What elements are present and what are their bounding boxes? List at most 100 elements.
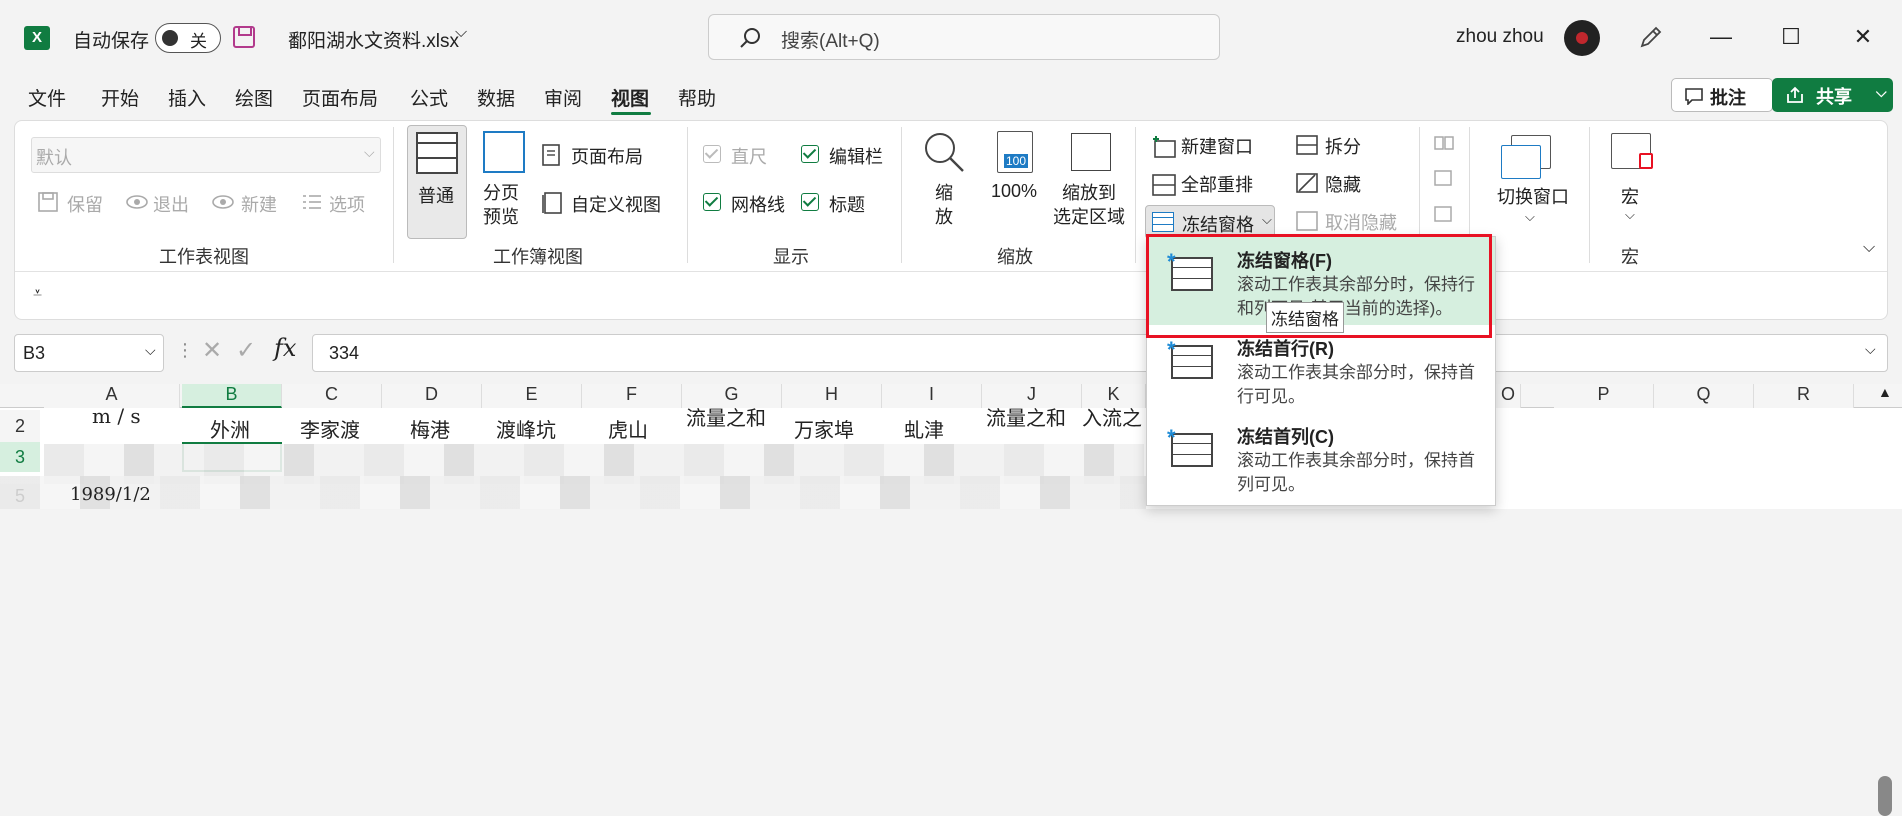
- keep-icon: [38, 192, 58, 212]
- share-button[interactable]: 共享 ⌵: [1772, 78, 1893, 112]
- unhide-button[interactable]: 取消隐藏: [1325, 209, 1397, 235]
- cell-i2[interactable]: 虬津: [904, 414, 944, 443]
- split-button[interactable]: 拆分: [1325, 133, 1361, 159]
- comment-button[interactable]: 批注: [1671, 78, 1773, 112]
- exit-button[interactable]: 退出: [153, 191, 189, 217]
- column-header-r[interactable]: R: [1754, 384, 1854, 408]
- tab-review[interactable]: 审阅: [544, 84, 582, 111]
- menu-item-freeze-top-row[interactable]: * 冻结首行(R) 滚动工作表其余部分时，保持首行可见。: [1147, 325, 1495, 413]
- expand-formula-chevron-icon[interactable]: ⌵: [1865, 341, 1876, 358]
- blurred-cells-2: [0, 476, 1146, 509]
- column-header-i[interactable]: I: [882, 384, 982, 408]
- column-header-h[interactable]: H: [782, 384, 882, 408]
- title-chevron-down-icon[interactable]: ⌵: [455, 24, 467, 42]
- zoom-selection-button[interactable]: 缩放到 选定区域: [1049, 125, 1135, 239]
- save-icon[interactable]: [233, 26, 255, 48]
- page-layout-button[interactable]: 页面布局: [571, 143, 643, 169]
- column-header-q[interactable]: Q: [1654, 384, 1754, 408]
- formula-bar-checkbox[interactable]: [801, 145, 819, 163]
- new-window-button[interactable]: 新建窗口: [1181, 133, 1253, 159]
- side-by-side-icons[interactable]: [1433, 135, 1455, 235]
- formula-bar: B3 ⌵ ⋮ ✕ ✓ fx 334 ⌵: [0, 328, 1902, 378]
- cell-g2[interactable]: 流量之和: [686, 402, 766, 431]
- toggle-knob: [162, 30, 178, 46]
- cell-e2[interactable]: 渡峰坑: [496, 414, 556, 443]
- collapse-ribbon-icon[interactable]: ⌵: [1863, 239, 1875, 257]
- headings-checkbox[interactable]: [801, 193, 819, 211]
- document-title[interactable]: 鄱阳湖水文资料.xlsx: [288, 26, 459, 53]
- tab-data[interactable]: 数据: [477, 84, 515, 111]
- column-header-b[interactable]: B: [182, 384, 282, 408]
- menu-item-freeze-first-column[interactable]: * 冻结首列(C) 滚动工作表其余部分时，保持首列可见。: [1147, 413, 1495, 501]
- switch-windows-label: 切换窗口: [1497, 187, 1569, 207]
- minimize-icon[interactable]: —: [1706, 22, 1736, 52]
- tab-view[interactable]: 视图: [611, 84, 649, 111]
- column-header-f[interactable]: F: [582, 384, 682, 408]
- cancel-icon[interactable]: ✕: [202, 336, 222, 365]
- share-chevron-icon[interactable]: ⌵: [1876, 84, 1887, 101]
- gridlines-checkbox[interactable]: [703, 193, 721, 211]
- cell-c2[interactable]: 李家渡: [300, 414, 360, 443]
- zoom-button[interactable]: 缩 放: [915, 125, 975, 239]
- avatar[interactable]: [1564, 20, 1600, 56]
- quick-access-chevron-icon[interactable]: ⩡: [33, 285, 42, 303]
- formula-input[interactable]: 334 ⌵: [312, 334, 1888, 372]
- group-separator: [1589, 127, 1590, 263]
- autosave-toggle[interactable]: 关: [155, 23, 221, 53]
- tab-draw[interactable]: 绘图: [235, 84, 273, 111]
- options-list-icon: [303, 195, 321, 209]
- cell-k2[interactable]: 入流之: [1082, 402, 1146, 431]
- cell-f2[interactable]: 虎山: [608, 414, 648, 443]
- scroll-up-icon[interactable]: ▲: [1878, 384, 1892, 400]
- normal-view-button[interactable]: 普通: [407, 125, 467, 239]
- switch-windows-button[interactable]: 切换窗口 ⌵: [1481, 125, 1581, 239]
- freeze-chevron-icon: ⌵: [1262, 212, 1272, 227]
- gridlines-label: 网格线: [731, 195, 785, 215]
- cell-d2[interactable]: 梅港: [410, 414, 450, 443]
- options-button[interactable]: 选项: [329, 191, 365, 217]
- ruler-checkbox[interactable]: [703, 145, 721, 163]
- tab-help[interactable]: 帮助: [678, 84, 716, 111]
- function-icon[interactable]: fx: [274, 334, 296, 362]
- sheet-view-dropdown[interactable]: 默认 ⌵: [31, 137, 381, 173]
- tab-page-layout[interactable]: 页面布局: [302, 84, 378, 111]
- maximize-icon[interactable]: ☐: [1776, 22, 1806, 52]
- page-100-icon-text: 100: [1004, 154, 1029, 168]
- keep-button[interactable]: 保留: [67, 191, 103, 217]
- user-name[interactable]: zhou zhou: [1456, 26, 1544, 48]
- cell-j2[interactable]: 流量之和: [986, 402, 1066, 431]
- custom-view-button[interactable]: 自定义视图: [571, 191, 661, 217]
- row-header-2[interactable]: 2: [0, 410, 40, 442]
- confirm-icon[interactable]: ✓: [236, 336, 256, 365]
- arrange-all-button[interactable]: 全部重排: [1181, 171, 1253, 197]
- tab-home[interactable]: 开始: [101, 84, 139, 111]
- cell-a2[interactable]: m / s: [92, 404, 141, 428]
- page-layout-icon: [542, 144, 560, 166]
- search-box[interactable]: 搜索(Alt+Q): [708, 14, 1220, 60]
- cell-b2[interactable]: 外洲: [210, 414, 250, 443]
- row-header-3[interactable]: 3: [0, 442, 40, 472]
- cell-h2[interactable]: 万家埠: [794, 414, 854, 443]
- macros-button[interactable]: 宏 ⌵: [1599, 125, 1663, 239]
- page-break-preview-button[interactable]: 分页 预览: [477, 125, 533, 239]
- name-box[interactable]: B3 ⌵: [14, 334, 164, 372]
- zoom-100-button[interactable]: 100 100%: [985, 125, 1047, 239]
- column-header-p[interactable]: P: [1554, 384, 1654, 408]
- worksheet: A B C D E F G H I J K O P Q R 2 3 5 m / …: [0, 384, 1902, 816]
- new-view-button[interactable]: 新建: [241, 191, 277, 217]
- column-header-e[interactable]: E: [482, 384, 582, 408]
- asterisk-icon: *: [1167, 337, 1176, 362]
- column-header-d[interactable]: D: [382, 384, 482, 408]
- column-header-o[interactable]: O: [1496, 384, 1521, 408]
- more-options-icon[interactable]: ⋮: [176, 340, 194, 361]
- tab-insert[interactable]: 插入: [168, 84, 206, 111]
- tab-file[interactable]: 文件: [28, 84, 66, 111]
- tab-formulas[interactable]: 公式: [410, 84, 448, 111]
- close-icon[interactable]: ✕: [1848, 22, 1878, 52]
- page-100-icon: 100: [997, 131, 1033, 173]
- hide-button[interactable]: 隐藏: [1325, 171, 1361, 197]
- column-header-c[interactable]: C: [282, 384, 382, 408]
- cell-a5[interactable]: 1989/1/2: [70, 484, 151, 505]
- vertical-scrollbar[interactable]: [1878, 776, 1892, 816]
- pen-icon[interactable]: [1636, 22, 1666, 52]
